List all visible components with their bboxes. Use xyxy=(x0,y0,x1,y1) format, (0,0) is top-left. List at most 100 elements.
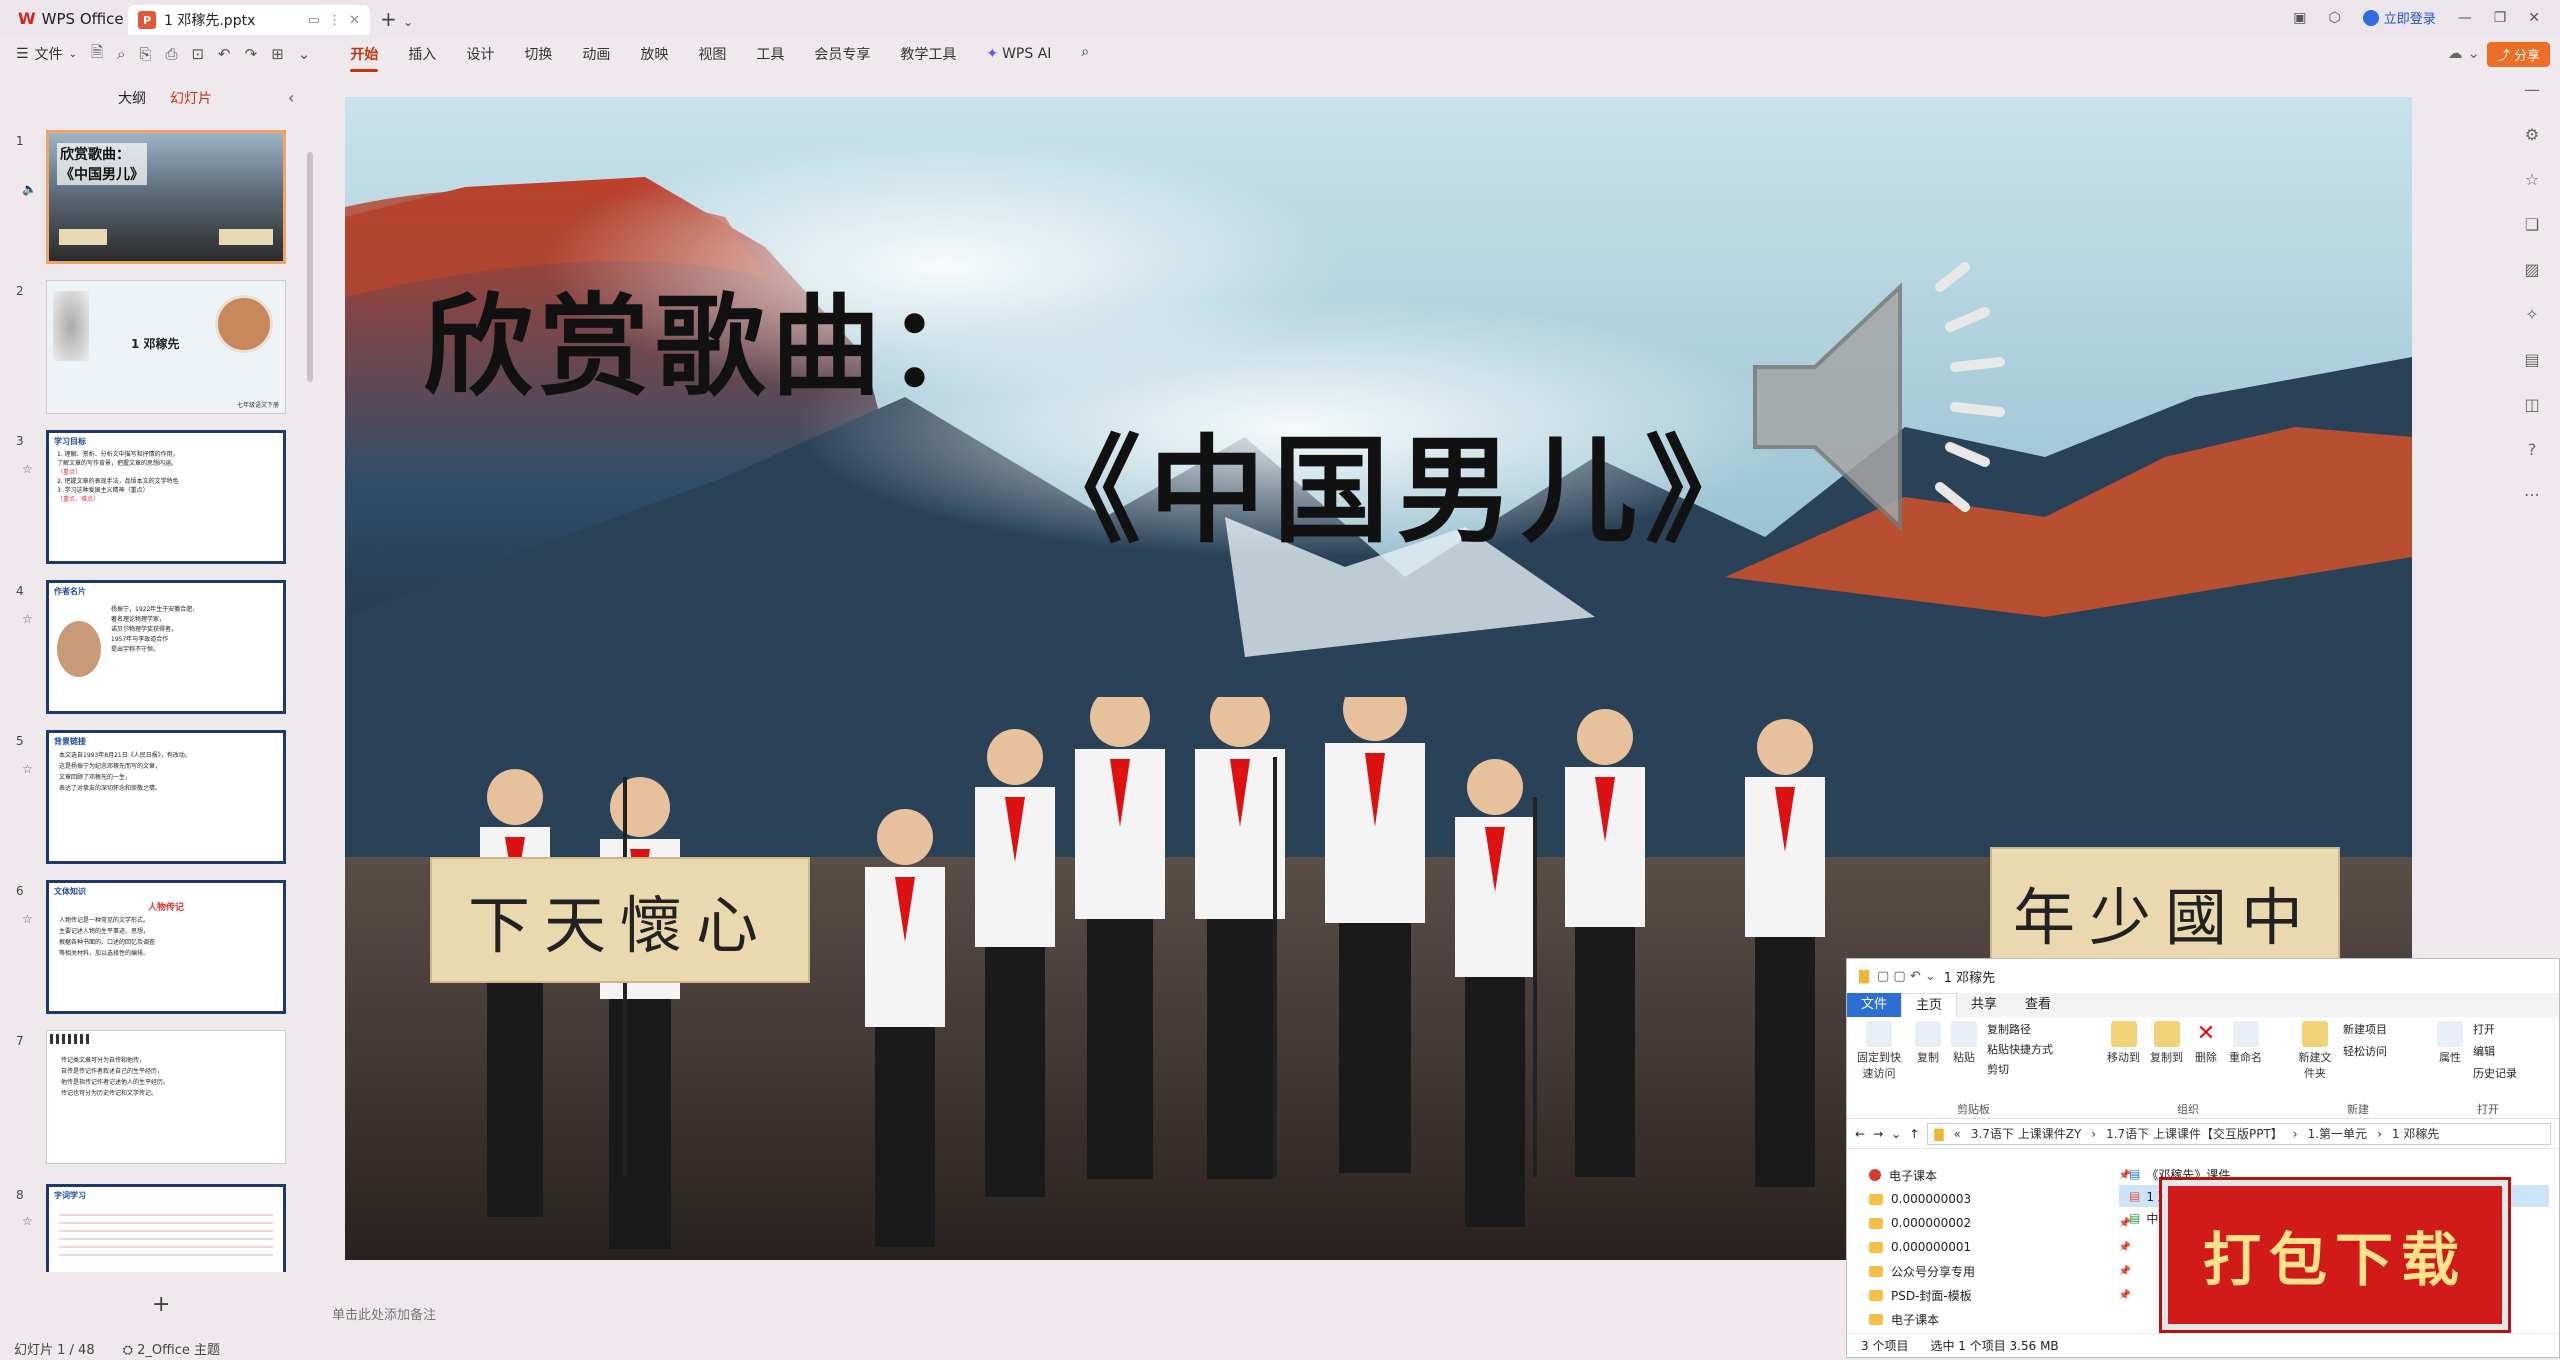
nav-item[interactable]: 电子课本 xyxy=(1861,1307,2161,1331)
nav-item[interactable]: 0.000000002 📌 xyxy=(1861,1211,2161,1235)
explorer-tab-share[interactable]: 共享 xyxy=(1957,993,2011,1017)
audio-speaker-icon[interactable] xyxy=(1745,257,2035,557)
quick-access-toolbar[interactable]: ▢ ▢ ↶ ⌄ xyxy=(1877,969,1936,984)
find-icon[interactable]: ⌕ xyxy=(117,45,125,63)
nav-item[interactable]: 0.000000001 📌 xyxy=(1861,1235,2161,1259)
new-item-button[interactable]: 新建项目 xyxy=(2343,1021,2387,1037)
tab-tools[interactable]: 工具 xyxy=(756,42,784,66)
notes-placeholder[interactable]: 单击此处添加备注 xyxy=(332,1304,436,1323)
slide-thumb-2[interactable]: 1 邓稼先 七年级语文下册 xyxy=(46,280,286,414)
panel-scrollbar[interactable] xyxy=(307,152,313,382)
star-icon[interactable]: ☆ xyxy=(22,762,33,776)
move-to-button[interactable]: 移动到 xyxy=(2107,1021,2140,1065)
close-window-icon[interactable]: ✕ xyxy=(2528,10,2540,26)
tab-member[interactable]: 会员专享 xyxy=(814,42,870,66)
nav-item[interactable]: PSD-封面-模板 📌 xyxy=(1861,1283,2161,1307)
star-icon[interactable]: ☆ xyxy=(22,612,33,626)
more-icon[interactable]: ⋮ xyxy=(328,13,341,28)
slide-thumb-4[interactable]: 作者名片 杨振宁，1922年生于安徽合肥， 著名理论物理学家， 诺贝尔物理学奖获… xyxy=(46,580,286,714)
adjust-icon[interactable]: ⚙ xyxy=(2525,125,2539,144)
redo-icon[interactable]: ↷ xyxy=(245,45,258,63)
edit-button[interactable]: 编辑 xyxy=(2473,1043,2517,1059)
minimize-panel-icon[interactable]: — xyxy=(2524,80,2540,99)
download-banner[interactable]: 打包下载 xyxy=(2162,1180,2508,1330)
layout-icon[interactable]: ▣ xyxy=(2293,10,2306,26)
dropdown-icon[interactable]: ⌄ xyxy=(298,45,311,63)
tab-design[interactable]: 设计 xyxy=(466,42,494,66)
tab-slideshow[interactable]: 放映 xyxy=(640,42,668,66)
easy-access-button[interactable]: 轻松访问 xyxy=(2343,1043,2387,1059)
nav-item[interactable]: 公众号分享专用 📌 xyxy=(1861,1259,2161,1283)
new-tab-button[interactable]: + ⌄ xyxy=(380,7,413,31)
star-icon[interactable]: ☆ xyxy=(22,912,33,926)
preview-icon[interactable]: ⊡ xyxy=(191,45,204,63)
slide-thumb-6[interactable]: 文体知识 人物传记 人物传记是一种常见的文学形式。 主要记述人物的生平事迹、思想… xyxy=(46,880,286,1014)
restore-icon[interactable]: ❐ xyxy=(2494,10,2507,26)
slide-thumb-8[interactable]: 字词学习 xyxy=(46,1184,286,1272)
magic-icon[interactable]: ✧ xyxy=(2525,305,2538,324)
save-icon[interactable]: 🗎 xyxy=(91,42,103,67)
slide-thumb-1[interactable]: 欣赏歌曲： 《中国男儿》 xyxy=(46,130,286,264)
slide-thumb-7[interactable]: 传记类文章可分为自传和他传， 自传是传记作者叙述自己的生平经历， 他传是指传记作… xyxy=(46,1030,286,1164)
breadcrumb-item[interactable]: 1.7语下 上课课件【交互版PPT】 xyxy=(2106,1125,2283,1142)
paste-shortcut-button[interactable]: 粘贴快捷方式 xyxy=(1987,1041,2053,1057)
delete-button[interactable]: ✕ 删除 xyxy=(2193,1021,2219,1065)
nav-item[interactable]: 电子课本 📌 xyxy=(1861,1163,2161,1187)
file-menu[interactable]: 文件 xyxy=(35,44,63,64)
pin-quick-access-button[interactable]: 固定到快速访问 xyxy=(1853,1021,1905,1081)
tab-slides[interactable]: 幻灯片 xyxy=(170,88,212,108)
close-tab-icon[interactable]: ✕ xyxy=(349,13,360,28)
breadcrumb[interactable]: ▇ « 3.7语下 上课课件ZY › 1.7语下 上课课件【交互版PPT】 › 1.… xyxy=(1927,1122,2551,1145)
menu-icon[interactable]: ☰ xyxy=(16,46,29,62)
undo-icon[interactable]: ↶ xyxy=(218,45,231,63)
breadcrumb-overflow[interactable]: « xyxy=(1953,1127,1960,1141)
tab-insert[interactable]: 插入 xyxy=(408,42,436,66)
explorer-tab-file[interactable]: 文件 xyxy=(1847,993,1902,1017)
history-button[interactable]: 历史记录 xyxy=(2473,1065,2517,1081)
window-icon[interactable]: ▭ xyxy=(308,13,320,28)
breadcrumb-item[interactable]: 1.第一单元 xyxy=(2308,1125,2367,1142)
star-icon[interactable]: ☆ xyxy=(22,462,33,476)
login-button[interactable]: 立即登录 xyxy=(2362,8,2436,27)
tab-teaching-tools[interactable]: 教学工具 xyxy=(900,42,956,66)
copy-button[interactable]: 复制 xyxy=(1915,1021,1941,1081)
tab-animation[interactable]: 动画 xyxy=(582,42,610,66)
up-icon[interactable]: ↑ xyxy=(1909,1127,1919,1141)
cut-button[interactable]: 剪切 xyxy=(1987,1061,2053,1077)
help-icon[interactable]: ? xyxy=(2528,440,2537,459)
properties-button[interactable]: 属性 xyxy=(2437,1021,2463,1081)
tab-view[interactable]: 视图 xyxy=(698,42,726,66)
new-folder-button[interactable]: 新建文件夹 xyxy=(2297,1021,2333,1081)
slide-title-line1[interactable]: 欣赏歌曲： xyxy=(423,257,1003,417)
tab-transition[interactable]: 切换 xyxy=(524,42,552,66)
slide-thumb-5[interactable]: 背景链接 本文选自1993年8月21日《人民日报》，有改动。 这是杨振宁为纪念邓… xyxy=(46,730,286,864)
forward-icon[interactable]: → xyxy=(1873,1127,1883,1141)
add-slide-button[interactable]: + xyxy=(152,1292,170,1317)
book-icon[interactable]: ▤ xyxy=(2524,350,2539,369)
layers-icon[interactable]: ◫ xyxy=(2524,395,2539,414)
export-icon[interactable]: ⎘ xyxy=(139,45,151,63)
star-icon[interactable]: ☆ xyxy=(22,1214,33,1228)
open-button[interactable]: 打开 xyxy=(2473,1021,2517,1037)
star-icon[interactable]: ☆ xyxy=(2525,170,2539,189)
explorer-tab-view[interactable]: 查看 xyxy=(2011,993,2065,1017)
wps-home-tab[interactable]: W WPS Office xyxy=(18,9,124,28)
tab-wps-ai[interactable]: ✦ WPS AI xyxy=(986,42,1051,66)
theme-indicator[interactable]: ⛭ 2_Office 主题 xyxy=(123,1339,220,1358)
breadcrumb-item[interactable]: 3.7语下 上课课件ZY xyxy=(1971,1125,2081,1142)
document-tab[interactable]: P 1 邓稼先.pptx ▭ ⋮ ✕ xyxy=(128,5,370,35)
cube-icon[interactable]: ⬡ xyxy=(2328,10,2340,26)
collapse-panel-icon[interactable]: ‹ xyxy=(288,88,294,107)
tab-home[interactable]: 开始 xyxy=(350,42,379,72)
cloud-sync-icon[interactable]: ☁ ⌄ xyxy=(2448,44,2480,62)
copy-to-button[interactable]: 复制到 xyxy=(2150,1021,2183,1065)
back-icon[interactable]: ← xyxy=(1855,1127,1865,1141)
rename-button[interactable]: 重命名 xyxy=(2229,1021,2262,1065)
copy-path-button[interactable]: 复制路径 xyxy=(1987,1021,2053,1037)
minimize-icon[interactable]: — xyxy=(2458,10,2472,26)
nav-item[interactable]: 0.000000003📌 xyxy=(1861,1187,2161,1211)
tab-outline[interactable]: 大纲 xyxy=(118,88,146,108)
more-options-icon[interactable]: ⋯ xyxy=(2524,485,2540,504)
image-icon[interactable]: ▨ xyxy=(2524,260,2539,279)
copy-icon[interactable]: ❏ xyxy=(2525,215,2539,234)
